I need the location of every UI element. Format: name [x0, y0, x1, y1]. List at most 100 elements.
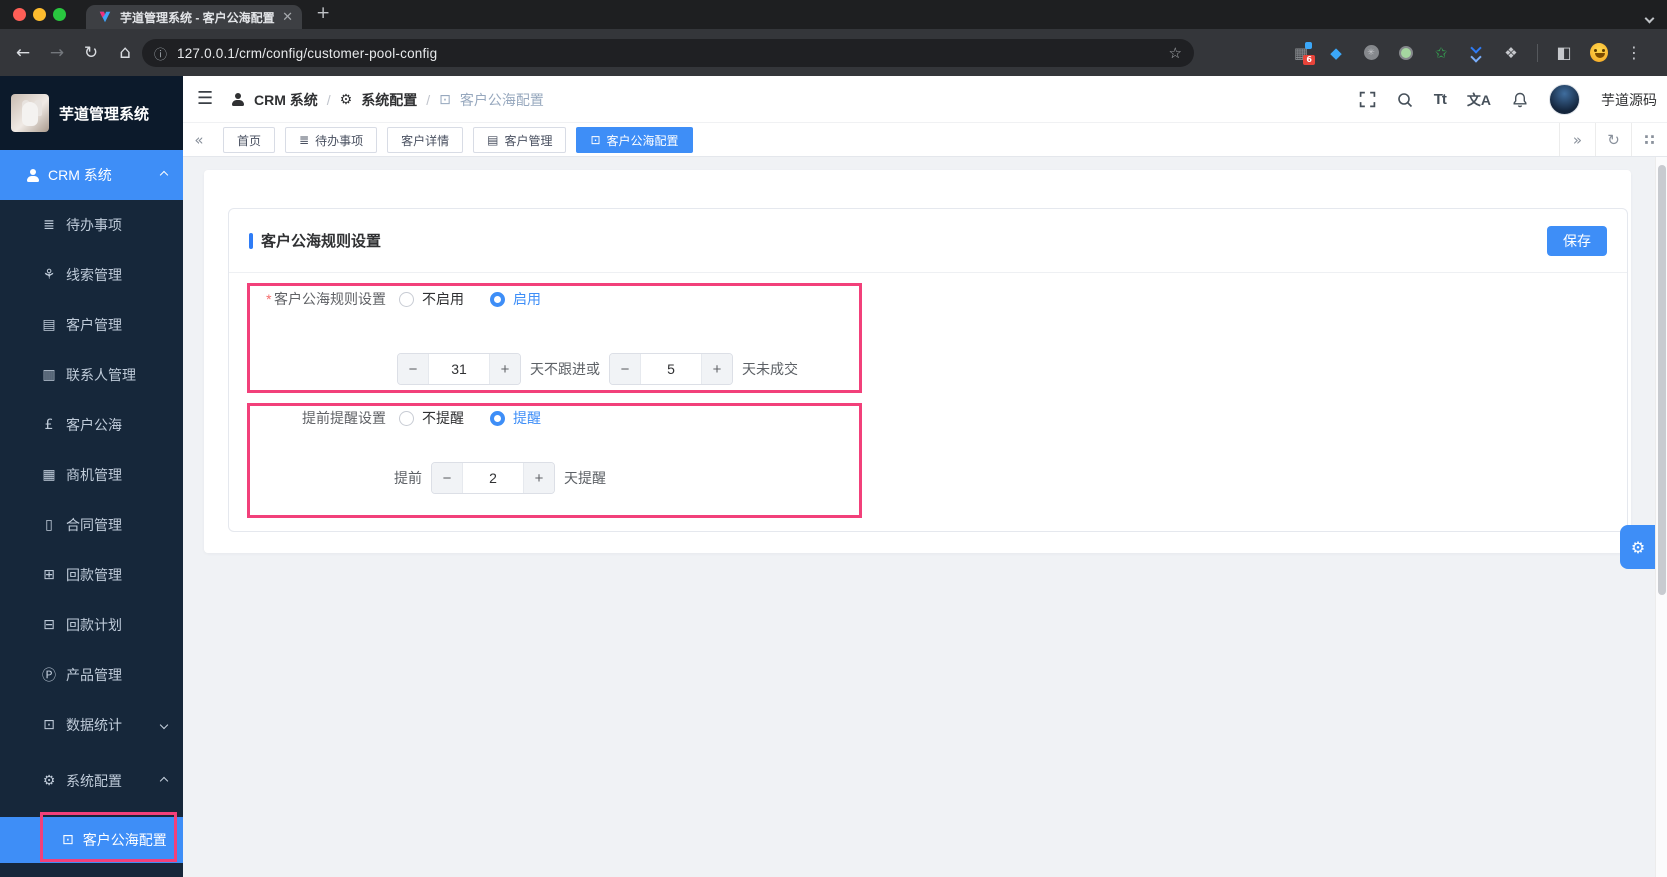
app-title: 芋道管理系统 [59, 105, 150, 123]
sidebar-item-statistics[interactable]: ⊡ 数据统计 [0, 700, 183, 750]
radio-remind-on-selected[interactable]: 提醒 [490, 408, 541, 428]
decrease-button[interactable]: − [398, 354, 428, 384]
sidebar-item-product[interactable]: Ⓟ 产品管理 [0, 650, 183, 700]
side-panel-icon[interactable]: ◧ [1555, 43, 1573, 62]
extension-recorder-icon[interactable] [1397, 44, 1415, 62]
user-avatar[interactable] [1549, 84, 1580, 115]
browser-toolbar: ← → ↻ ⌂ ⓘ 127.0.0.1/crm/config/customer-… [0, 29, 1667, 76]
home-icon[interactable]: ⌂ [110, 29, 140, 76]
sidebar-item-business[interactable]: ▦ 商机管理 [0, 450, 183, 500]
profile-avatar-icon[interactable] [1590, 43, 1608, 62]
notification-bell-icon[interactable] [1512, 92, 1528, 108]
increase-button[interactable]: + [524, 463, 554, 493]
extension-vue-devtools-icon[interactable]: ◆ [1327, 44, 1345, 62]
extension-layers-icon[interactable] [1467, 42, 1485, 63]
browser-menu-icon[interactable]: ⋮ [1625, 43, 1643, 62]
traffic-light-maximize[interactable] [53, 8, 66, 21]
person-icon [231, 93, 245, 106]
logo-image [11, 94, 49, 132]
sidebar-item-contact[interactable]: ▥ 联系人管理 [0, 350, 183, 400]
tag-home[interactable]: 首页 [223, 127, 276, 153]
page-scrollbar[interactable] [1655, 157, 1667, 877]
hamburger-menu-icon[interactable]: ☰ [197, 88, 213, 109]
language-icon[interactable]: 文A [1467, 90, 1491, 110]
extension-globe-icon[interactable]: ✳ [1362, 44, 1380, 62]
pool-config-board-icon: ⊡ [439, 91, 451, 108]
sidebar-item-todo[interactable]: ≣ 待办事项 [0, 200, 183, 250]
breadcrumb-item-crm[interactable]: CRM 系统 [254, 90, 318, 110]
font-size-icon[interactable]: Tt [1434, 91, 1447, 108]
tags-scroll-left-icon[interactable]: « [183, 123, 215, 156]
app-header: ☰ CRM 系统 / ⚙ 系统配置 / ⊡ 客户公海配置 Tt 文A 芋道源码 [183, 76, 1667, 123]
sidebar-item-config[interactable]: ⚙ 系统配置 [0, 756, 183, 806]
tags-scroll-right-icon[interactable]: » [1559, 123, 1595, 156]
extension-row: ▦ 6 ◆ ✳ ✩ ❖ ◧ ⋮ [1292, 29, 1643, 76]
theme-settings-gear-icon[interactable]: ⚙ [1620, 525, 1656, 569]
sidebar-item-customer[interactable]: ▤ 客户管理 [0, 300, 183, 350]
undeal-days-input[interactable]: 5 [640, 354, 702, 384]
back-icon[interactable]: ← [8, 29, 38, 76]
reload-icon[interactable]: ↻ [76, 29, 106, 76]
radio-circle-icon [399, 410, 414, 426]
pool-config-board-icon: ⊡ [62, 832, 74, 848]
product-icon: Ⓟ [42, 668, 56, 684]
scrollbar-thumb[interactable] [1658, 165, 1666, 595]
fullscreen-icon[interactable] [1359, 91, 1376, 108]
bookmark-star-icon[interactable]: ☆ [1169, 44, 1182, 62]
search-icon[interactable] [1397, 92, 1413, 108]
extension-blocker-icon[interactable]: ▦ 6 [1292, 41, 1315, 65]
system-config-icon: ⚙ [42, 773, 56, 789]
radio-circle-icon [490, 410, 505, 426]
radio-rule-off[interactable]: 不启用 [399, 289, 464, 309]
extensions-puzzle-icon[interactable]: ❖ [1502, 44, 1520, 62]
unfollow-suffix-text: 天不跟进或 [530, 361, 600, 377]
forward-icon[interactable]: → [42, 29, 72, 76]
breadcrumb-separator: / [326, 91, 331, 108]
business-icon: ▦ [42, 467, 56, 483]
tags-layout-grid-icon[interactable]: ∷ [1631, 123, 1667, 156]
sidebar-item-clue[interactable]: ⚘ 线索管理 [0, 250, 183, 300]
traffic-light-close[interactable] [13, 8, 26, 21]
radio-circle-icon [399, 291, 414, 307]
site-info-icon[interactable]: ⓘ [154, 44, 167, 63]
increase-button[interactable]: + [490, 354, 520, 384]
tag-customer-mgmt[interactable]: ▤ 客户管理 [473, 127, 567, 153]
chevron-up-icon [159, 776, 169, 786]
save-button[interactable]: 保存 [1547, 225, 1607, 256]
new-tab-button[interactable]: + [316, 3, 330, 23]
pool-config-board-icon: ⊡ [590, 133, 601, 147]
tags-view-bar: « 首页 ≣ 待办事项 客户详情 ▤ 客户管理 ⊡ 客户公海配置 » ↻ ∷ [183, 123, 1667, 157]
tag-customer-detail[interactable]: 客户详情 [387, 127, 464, 153]
breadcrumb-item-config[interactable]: 系统配置 [361, 90, 417, 110]
increase-button[interactable]: + [702, 354, 732, 384]
radio-rule-on-selected[interactable]: 启用 [490, 289, 541, 309]
traffic-light-minimize[interactable] [33, 8, 46, 21]
contact-book-icon: ▥ [42, 367, 56, 383]
tab-close-icon[interactable]: ✕ [282, 10, 293, 25]
required-asterisk: * [265, 291, 271, 307]
contract-icon: ▯ [45, 517, 53, 533]
tags-refresh-icon[interactable]: ↻ [1595, 123, 1631, 156]
sidebar-item-receivable-plan[interactable]: ⊟ 回款计划 [0, 600, 183, 650]
sidebar-item-pool-config[interactable]: ⊡ 客户公海配置 [0, 817, 183, 863]
sidebar-item-contract[interactable]: ▯ 合同管理 [0, 500, 183, 550]
tab-search-chevron-icon[interactable] [1644, 9, 1655, 25]
username[interactable]: 芋道源码 [1601, 90, 1657, 110]
extension-star-icon[interactable]: ✩ [1432, 44, 1450, 62]
remind-days-input[interactable]: 2 [462, 463, 524, 493]
radio-remind-off[interactable]: 不提醒 [399, 408, 464, 428]
address-bar[interactable]: ⓘ 127.0.0.1/crm/config/customer-pool-con… [142, 39, 1194, 67]
decrease-button[interactable]: − [432, 463, 462, 493]
sidebar-item-receivable[interactable]: ⊞ 回款管理 [0, 550, 183, 600]
unfollow-days-input[interactable]: 31 [428, 354, 490, 384]
url-text[interactable]: 127.0.0.1/crm/config/customer-pool-confi… [177, 46, 1169, 61]
tag-pool-config-active[interactable]: ⊡ 客户公海配置 [576, 127, 693, 153]
browser-tab[interactable]: 芋道管理系统 - 客户公海配置 ✕ [86, 5, 302, 29]
sidebar-item-crm[interactable]: CRM 系统 [0, 150, 183, 200]
app-logo[interactable]: 芋道管理系统 [0, 76, 183, 150]
tag-todo[interactable]: ≣ 待办事项 [285, 127, 378, 153]
customer-book-icon: ▤ [487, 133, 499, 147]
sidebar-item-pool[interactable]: £ 客户公海 [0, 400, 183, 450]
todo-list-icon: ≣ [43, 217, 55, 233]
decrease-button[interactable]: − [610, 354, 640, 384]
